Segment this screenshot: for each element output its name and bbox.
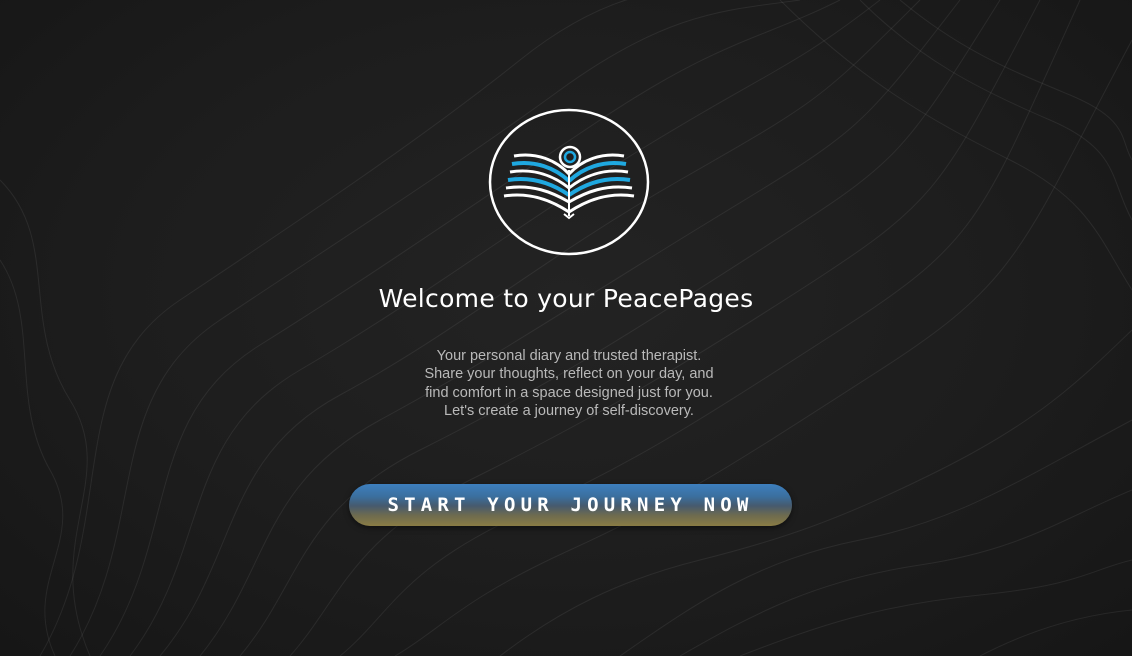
welcome-description: Your personal diary and trusted therapis…: [424, 348, 714, 420]
background-wave-pattern: [0, 0, 1132, 656]
welcome-title: Welcome to your PeacePages: [378, 284, 754, 313]
start-journey-button[interactable]: START YOUR JOURNEY NOW: [349, 484, 792, 526]
welcome-screen: Welcome to your PeacePages Your personal…: [0, 0, 1132, 656]
open-book-reader-logo: [488, 108, 650, 256]
